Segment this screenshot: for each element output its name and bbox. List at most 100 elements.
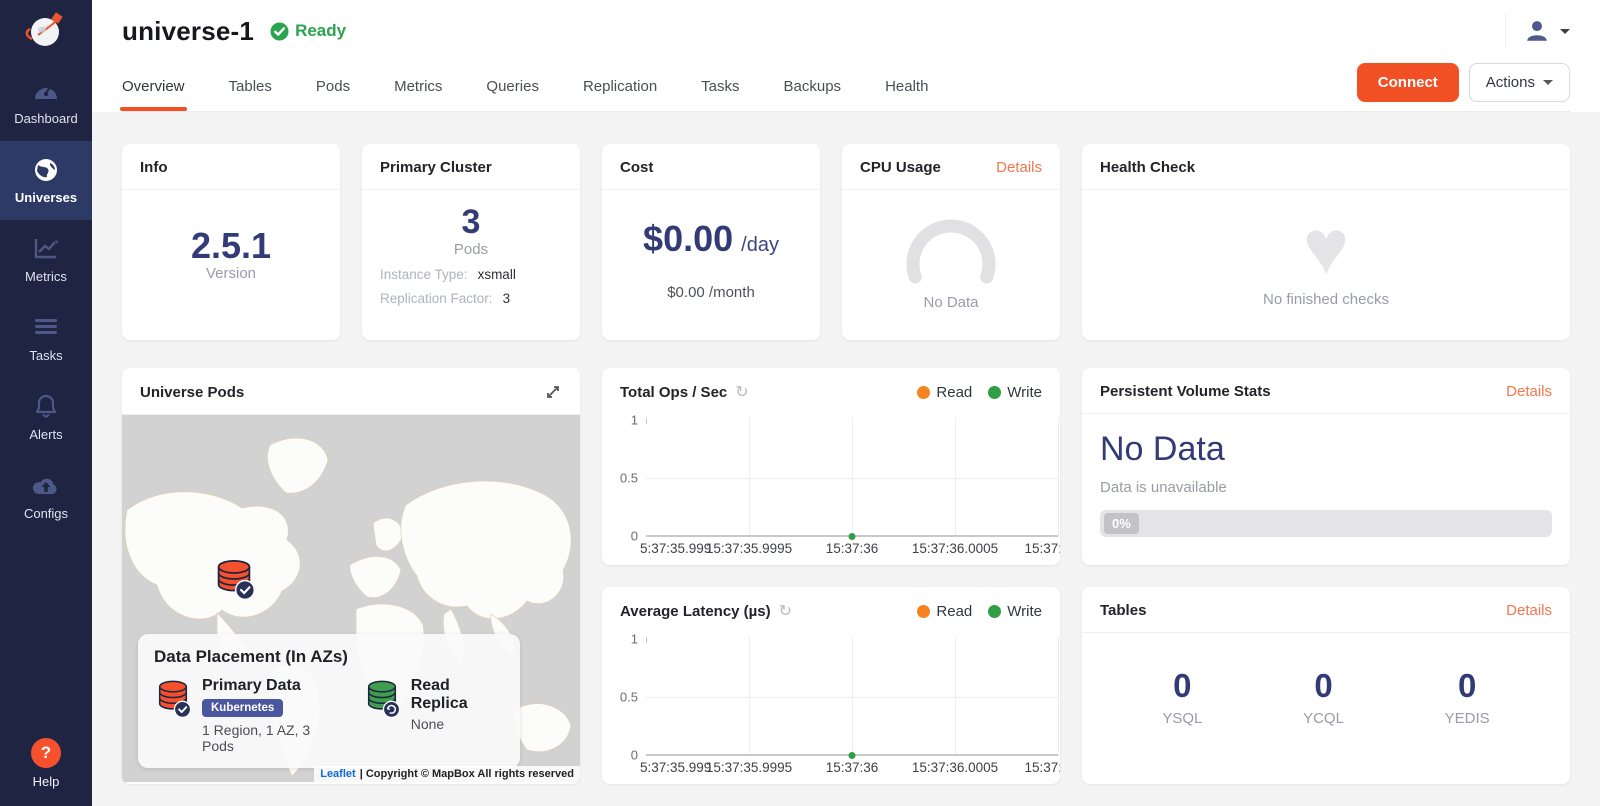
y-tick: 1: [631, 413, 646, 428]
cost-per-month: $0.00 /month: [667, 284, 755, 301]
avg-latency-chart-card: Average Latency (µs) ↻ Read Write: [602, 587, 1060, 784]
tab-replication[interactable]: Replication: [583, 62, 657, 111]
tab-queries[interactable]: Queries: [486, 62, 539, 111]
ycql-count: 0 YCQL: [1303, 667, 1344, 727]
instance-type-label: Instance Type:: [380, 267, 468, 282]
card-title: Cost: [620, 159, 653, 176]
data-placement-title: Data Placement (In AZs): [154, 647, 504, 667]
cost-unit: /day: [741, 234, 779, 257]
cloud-upload-icon: [31, 473, 61, 499]
legend-read: Read: [917, 603, 972, 620]
chart-legend: Read Write: [917, 384, 1042, 401]
replication-factor-value: 3: [503, 291, 511, 306]
write-data-point: [849, 533, 856, 540]
chart-title: Total Ops / Sec: [620, 384, 727, 401]
ysql-count: 0 YSQL: [1162, 667, 1202, 727]
gauge-arc-icon: [901, 214, 1001, 292]
volume-details-link[interactable]: Details: [1506, 383, 1552, 400]
ysql-label: YSQL: [1162, 710, 1202, 727]
health-check-card: Health Check ♥ No finished checks: [1082, 144, 1570, 340]
ycql-value: 0: [1314, 667, 1332, 705]
sidebar-item-help[interactable]: ? Help: [0, 728, 92, 798]
legend-write: Write: [988, 603, 1042, 620]
yedis-count: 0 YEDIS: [1445, 667, 1490, 727]
card-title: CPU Usage: [860, 159, 941, 176]
y-tick: 0.5: [620, 689, 646, 704]
sidebar-item-universes[interactable]: Universes: [0, 141, 92, 220]
version-label: Version: [206, 265, 256, 282]
expand-icon[interactable]: [544, 383, 562, 401]
caret-down-icon: [1543, 80, 1553, 85]
map-attribution: Leaflet | Copyright © MapBox All rights …: [314, 766, 580, 782]
x-tick: 5:37:35.999: [640, 541, 711, 556]
yugabyte-logo[interactable]: [0, 0, 92, 62]
sidebar-item-configs[interactable]: Configs: [0, 457, 92, 536]
tab-tasks[interactable]: Tasks: [701, 62, 739, 111]
tables-details-link[interactable]: Details: [1506, 602, 1552, 619]
actions-label: Actions: [1486, 74, 1535, 91]
legend-write-label: Write: [1007, 603, 1042, 620]
read-replica-block: Read Replica None: [363, 677, 504, 754]
tab-metrics[interactable]: Metrics: [394, 62, 442, 111]
tab-pods[interactable]: Pods: [316, 62, 350, 111]
yedis-label: YEDIS: [1445, 710, 1490, 727]
tab-tables[interactable]: Tables: [229, 62, 272, 111]
leaflet-link[interactable]: Leaflet: [320, 768, 355, 780]
tab-backups[interactable]: Backups: [784, 62, 842, 111]
legend-read: Read: [917, 384, 972, 401]
read-dot-icon: [917, 605, 930, 618]
sidebar-item-label: Dashboard: [14, 111, 78, 126]
volume-sub-text: Data is unavailable: [1100, 479, 1552, 496]
sidebar-item-label: Help: [33, 774, 60, 789]
refresh-icon[interactable]: ↻: [779, 601, 792, 621]
sidebar-item-label: Metrics: [25, 269, 67, 284]
x-tick: 15:37:36.0005: [912, 760, 998, 775]
connect-button[interactable]: Connect: [1357, 63, 1459, 102]
write-data-point: [849, 752, 856, 759]
refresh-icon[interactable]: ↻: [735, 382, 748, 402]
x-tick: 5:37:35.999: [640, 760, 711, 775]
ysql-value: 0: [1173, 667, 1191, 705]
sidebar: Dashboard Universes Metrics: [0, 0, 92, 806]
sidebar-item-metrics[interactable]: Metrics: [0, 220, 92, 299]
caret-down-icon: [1560, 29, 1570, 34]
chart-title: Average Latency (µs): [620, 603, 771, 620]
pod-marker-database-icon[interactable]: [212, 557, 256, 601]
card-title: Primary Cluster: [380, 159, 492, 176]
cost-per-day: $0.00: [643, 219, 733, 259]
volume-progress-value: 0%: [1104, 513, 1139, 534]
bell-icon: [31, 394, 61, 420]
status-text: Ready: [295, 21, 346, 41]
cpu-usage-card: CPU Usage Details No Data: [842, 144, 1060, 340]
total-ops-chart-card: Total Ops / Sec ↻ Read Write: [602, 368, 1060, 565]
sidebar-item-alerts[interactable]: Alerts: [0, 378, 92, 457]
tables-card: Tables Details 0 YSQL 0 YCQL 0: [1082, 587, 1570, 784]
instance-type-value: xsmall: [478, 267, 516, 282]
actions-button[interactable]: Actions: [1469, 63, 1570, 102]
sidebar-item-dashboard[interactable]: Dashboard: [0, 62, 92, 141]
volume-progress-bar: 0%: [1100, 510, 1552, 537]
x-tick: 15:37:: [1024, 760, 1060, 775]
world-map[interactable]: Data Placement (In AZs): [122, 415, 580, 782]
data-placement-panel: Data Placement (In AZs): [138, 634, 520, 768]
cpu-details-link[interactable]: Details: [996, 159, 1042, 176]
pods-label: Pods: [380, 241, 562, 258]
primary-data-label: Primary Data: [202, 677, 337, 695]
kubernetes-badge: Kubernetes: [202, 699, 283, 717]
y-tick: 0.5: [620, 470, 646, 485]
sidebar-item-label: Alerts: [29, 427, 62, 442]
topbar: universe-1 Ready: [92, 0, 1600, 112]
card-title: Health Check: [1100, 159, 1195, 176]
legend-write-label: Write: [1007, 384, 1042, 401]
chart-line-icon: [31, 236, 61, 262]
sidebar-item-tasks[interactable]: Tasks: [0, 299, 92, 378]
x-tick: 15:37:: [1024, 541, 1060, 556]
sidebar-item-label: Universes: [15, 190, 77, 205]
y-tick: 1: [631, 632, 646, 647]
gauge-icon: [31, 78, 61, 104]
sidebar-item-label: Configs: [24, 506, 68, 521]
tab-health[interactable]: Health: [885, 62, 928, 111]
tab-overview[interactable]: Overview: [122, 62, 185, 111]
user-menu[interactable]: [1505, 14, 1570, 48]
primary-cluster-card: Primary Cluster 3 Pods Instance Type: xs…: [362, 144, 580, 340]
